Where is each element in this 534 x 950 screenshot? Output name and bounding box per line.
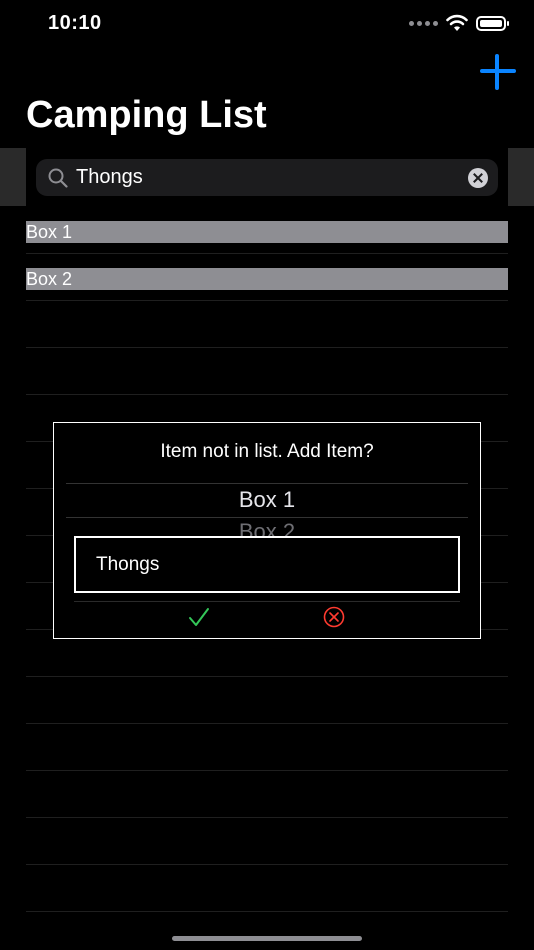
picker-option[interactable]: Box 1 xyxy=(66,487,468,513)
item-name-input[interactable] xyxy=(74,536,460,593)
wifi-icon xyxy=(446,14,468,31)
x-circle-icon[interactable] xyxy=(323,606,345,628)
search-icon xyxy=(48,168,68,188)
checkmark-icon[interactable] xyxy=(187,606,211,628)
status-bar: 10:10 xyxy=(0,0,534,48)
status-icons xyxy=(409,14,509,32)
clear-search-icon[interactable] xyxy=(468,168,488,188)
cellular-signal-icon xyxy=(409,20,438,26)
add-item-dialog: Item not in list. Add Item? Box 1 Box 2 xyxy=(53,422,481,639)
status-time: 10:10 xyxy=(48,12,102,34)
dialog-title: Item not in list. Add Item? xyxy=(160,441,374,462)
add-item-button[interactable] xyxy=(478,52,518,92)
battery-icon xyxy=(476,15,509,31)
list-item[interactable]: Box 1 xyxy=(26,221,508,243)
search-field[interactable] xyxy=(36,159,498,196)
page-title: Camping List xyxy=(26,94,267,136)
home-indicator[interactable] xyxy=(172,936,362,941)
search-input[interactable] xyxy=(76,159,456,196)
search-bar-container xyxy=(0,148,534,206)
list-item[interactable]: Box 2 xyxy=(26,268,508,290)
